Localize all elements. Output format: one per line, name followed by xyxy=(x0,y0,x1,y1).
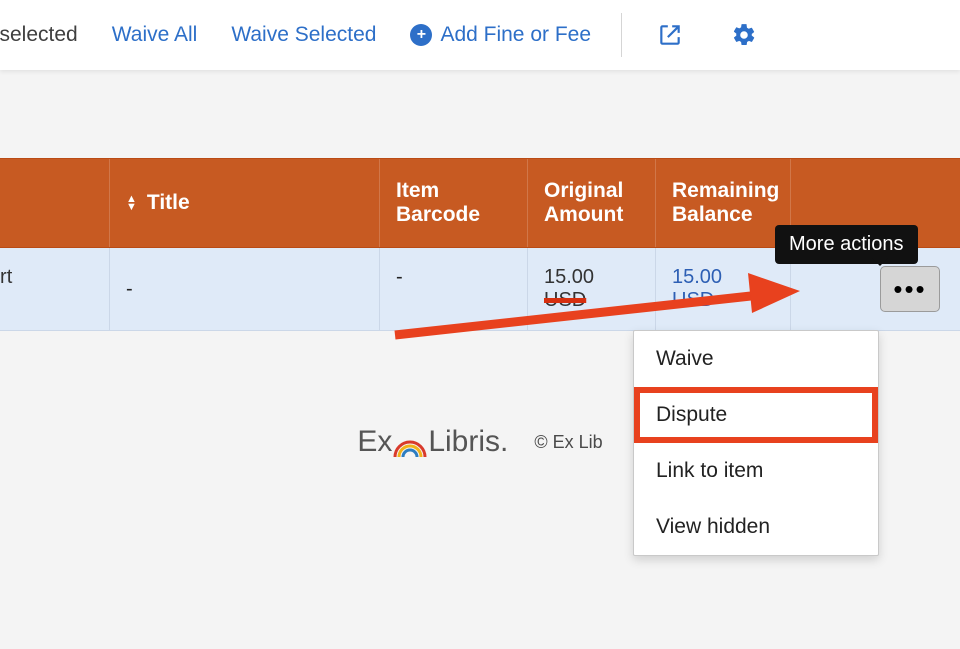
waive-all-link[interactable]: Waive All xyxy=(112,23,198,47)
export-icon xyxy=(657,22,683,48)
cell-title: - xyxy=(110,248,380,330)
more-actions-button[interactable]: ••• xyxy=(880,266,940,312)
col-blank xyxy=(0,159,110,247)
menu-item-link-to-item[interactable]: Link to item xyxy=(634,443,878,499)
cell-original: 15.00 USD xyxy=(528,248,656,330)
exlibris-logo: Ex Libris. xyxy=(357,425,508,459)
original-amount: 15.00 xyxy=(544,266,594,288)
col-barcode[interactable]: Item Barcode xyxy=(380,159,528,247)
export-button[interactable] xyxy=(650,15,690,55)
cell-remaining: 15.00 USD xyxy=(656,248,791,330)
rows-selected-text: ws selected xyxy=(0,23,78,47)
cell-barcode: - xyxy=(380,248,528,330)
remaining-currency: USD xyxy=(672,289,714,311)
add-fine-link[interactable]: Add Fine or Fee xyxy=(410,23,591,47)
logo-libris: Libris xyxy=(428,425,500,459)
col-title[interactable]: ▲▼ Title xyxy=(110,159,380,247)
menu-item-waive[interactable]: Waive xyxy=(634,331,878,387)
toolbar-divider xyxy=(621,13,622,57)
col-remaining[interactable]: Remaining Balance xyxy=(656,159,791,247)
col-original[interactable]: Original Amount xyxy=(528,159,656,247)
gear-icon xyxy=(731,22,757,48)
cell-leading-fragment: nd Art xyxy=(0,248,110,330)
original-currency: USD xyxy=(544,289,586,311)
remaining-amount: 15.00 xyxy=(672,266,722,288)
more-actions-tooltip: More actions xyxy=(775,225,918,264)
settings-button[interactable] xyxy=(724,15,764,55)
copyright-text: © Ex Lib xyxy=(534,432,602,453)
col-title-label: Title xyxy=(147,191,190,215)
add-fine-label: Add Fine or Fee xyxy=(440,23,591,47)
waive-selected-link[interactable]: Waive Selected xyxy=(231,23,376,47)
plus-icon xyxy=(410,24,432,46)
menu-item-view-hidden[interactable]: View hidden xyxy=(634,499,878,555)
sort-icon: ▲▼ xyxy=(126,195,137,211)
toolbar: ws selected Waive All Waive Selected Add… xyxy=(0,0,960,70)
logo-ex: Ex xyxy=(357,425,392,459)
menu-item-dispute[interactable]: Dispute xyxy=(634,387,878,443)
logo-arc-icon xyxy=(393,433,427,453)
actions-menu: Waive Dispute Link to item View hidden xyxy=(633,330,879,556)
